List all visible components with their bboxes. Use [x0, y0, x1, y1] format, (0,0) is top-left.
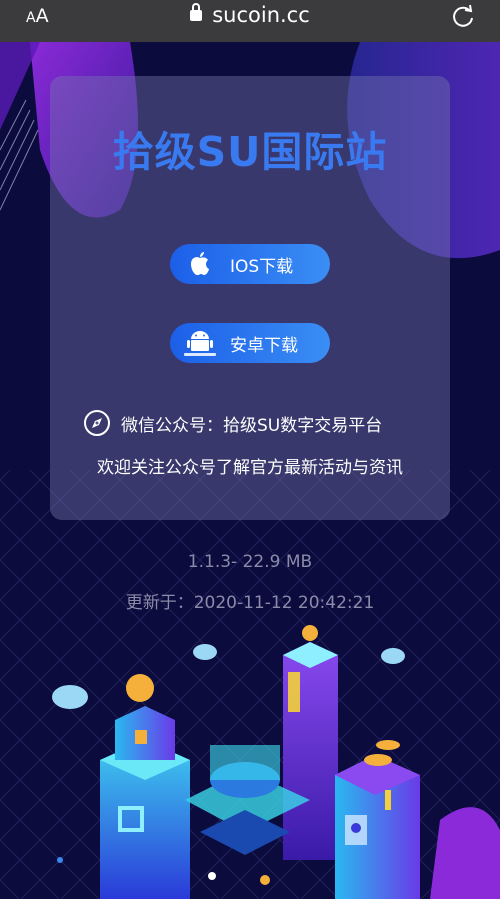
- url-text: sucoin.cc: [212, 3, 310, 27]
- reload-icon[interactable]: [450, 3, 476, 29]
- browser-toolbar: AA sucoin.cc: [0, 0, 500, 42]
- download-card: 拾级SU国际站 IOS下载 安卓下载 微信公众号：拾级SU数字交易平台 欢迎关注…: [50, 76, 450, 520]
- android-icon: [170, 328, 230, 358]
- version-info: 1.1.3- 22.9 MB: [187, 552, 313, 572]
- city-illustration: [52, 625, 420, 899]
- ios-download-label: IOS下载: [230, 256, 294, 277]
- page-title: 拾级SU国际站: [112, 128, 388, 176]
- wechat-account-row: 微信公众号：拾级SU数字交易平台: [83, 409, 382, 437]
- apple-icon: [170, 251, 230, 277]
- update-time: 更新于：2020-11-12 20:42:21: [125, 593, 375, 613]
- compass-icon: [84, 410, 110, 436]
- wechat-text: 微信公众号：拾级SU数字交易平台: [121, 415, 383, 436]
- address-bar[interactable]: sucoin.cc: [0, 3, 500, 27]
- lock-icon: [190, 3, 203, 21]
- follow-text: 欢迎关注公众号了解官方最新活动与资讯: [97, 458, 403, 478]
- android-download-label: 安卓下载: [230, 335, 298, 356]
- ios-download-button[interactable]: IOS下载: [170, 244, 330, 284]
- android-download-button[interactable]: 安卓下载: [170, 323, 330, 363]
